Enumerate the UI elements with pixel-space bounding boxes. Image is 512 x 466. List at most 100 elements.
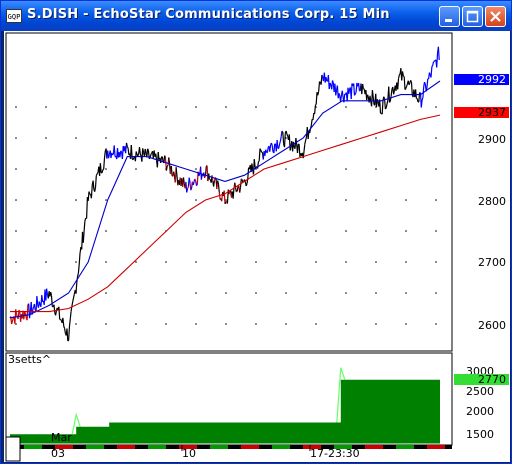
price-bar: [404, 77, 405, 90]
price-bar: [363, 84, 364, 89]
price-bar: [93, 181, 94, 190]
grid-dot: [345, 230, 347, 232]
price-bar: [342, 91, 343, 98]
price-bar: [166, 166, 167, 171]
price-bar: [218, 181, 219, 185]
grid-dot: [315, 292, 317, 294]
scroll-box[interactable]: [6, 437, 20, 461]
grid-dot: [105, 106, 107, 108]
price-bar: [321, 75, 322, 85]
price-bar: [277, 140, 278, 149]
grid-dot: [315, 137, 317, 139]
price-bar: [89, 192, 90, 195]
price-bar: [96, 176, 97, 188]
price-bar: [87, 197, 88, 218]
price-bar: [70, 311, 71, 319]
session-marker: [210, 445, 228, 449]
price-bar: [425, 82, 426, 84]
grid-dot: [135, 230, 137, 232]
price-bar: [285, 133, 286, 147]
grid-dot: [315, 323, 317, 325]
price-bar: [322, 75, 323, 77]
close-button[interactable]: [485, 6, 506, 27]
price-bar: [127, 143, 128, 147]
price-bar: [363, 89, 364, 90]
price-bar: [224, 191, 225, 204]
grid-dot: [75, 168, 77, 170]
grid-dot: [165, 323, 167, 325]
price-bar: [140, 154, 141, 156]
grid-dot: [405, 106, 407, 108]
grid-dot: [15, 137, 17, 139]
indicator-tick-1500: 1500: [466, 428, 494, 441]
price-bar: [240, 187, 241, 192]
grid-dot: [345, 199, 347, 201]
price-bar: [399, 74, 400, 75]
grid-dot: [75, 261, 77, 263]
session-marker: [117, 445, 135, 449]
grid-dot: [405, 261, 407, 263]
grid-dot: [75, 199, 77, 201]
price-bar: [429, 73, 430, 75]
price-bar: [434, 60, 435, 61]
price-bar: [33, 307, 34, 310]
grid-dot: [435, 137, 437, 139]
price-chart-svg[interactable]: 2900 2800 2700 2600 2992 2937 3setts^ 30…: [4, 31, 510, 462]
grid-dot: [435, 106, 437, 108]
price-bar: [79, 254, 80, 265]
x-axis-strip: [6, 445, 452, 451]
price-bar: [37, 296, 38, 305]
price-bar: [339, 93, 340, 96]
price-bar: [438, 47, 439, 60]
price-bar: [380, 100, 381, 114]
grid-dot: [195, 168, 197, 170]
price-bar: [64, 326, 65, 328]
grid-dot: [75, 106, 77, 108]
grid-dot: [195, 137, 197, 139]
price-bar: [83, 231, 84, 243]
price-bar: [165, 156, 166, 159]
price-bar: [140, 147, 141, 154]
grid-dot: [195, 106, 197, 108]
price-bar: [260, 149, 261, 151]
price-bar: [387, 100, 388, 103]
price-bar: [113, 154, 114, 155]
price-bar: [56, 311, 57, 316]
price-bar: [52, 296, 53, 307]
chart-area: 2900 2800 2700 2600 2992 2937 3setts^ 30…: [4, 31, 510, 462]
price-bar: [390, 101, 391, 102]
minimize-button[interactable]: [439, 6, 460, 27]
price-bar: [97, 172, 98, 173]
grid-dot: [405, 323, 407, 325]
grid-dot: [255, 137, 257, 139]
price-bar: [42, 295, 43, 302]
price-bar: [167, 165, 168, 166]
price-bar: [326, 77, 327, 81]
price-bar: [61, 319, 62, 320]
price-bar: [368, 95, 369, 97]
grid-dot: [405, 292, 407, 294]
grid-dot: [105, 261, 107, 263]
last-price-label: 2992: [478, 73, 506, 86]
grid-dot: [15, 168, 17, 170]
grid-dot: [45, 230, 47, 232]
grid-dot: [225, 168, 227, 170]
grid-dot: [285, 230, 287, 232]
price-bar: [68, 340, 69, 341]
price-bar: [372, 90, 373, 97]
price-bar: [174, 172, 175, 177]
grid-dot: [135, 261, 137, 263]
price-bar: [311, 119, 312, 125]
price-bar: [127, 147, 128, 149]
app-icon[interactable]: GQP: [6, 9, 22, 23]
price-bar: [384, 97, 385, 100]
maximize-button[interactable]: [462, 6, 483, 27]
price-bar: [12, 322, 13, 325]
title-bar[interactable]: GQP S.DISH - EchoStar Communications Cor…: [1, 1, 511, 31]
price-bar: [195, 179, 196, 181]
price-bar: [427, 79, 428, 87]
price-bar: [258, 161, 259, 162]
grid-dot: [285, 106, 287, 108]
price-bar: [313, 113, 314, 120]
price-bar: [385, 108, 386, 110]
